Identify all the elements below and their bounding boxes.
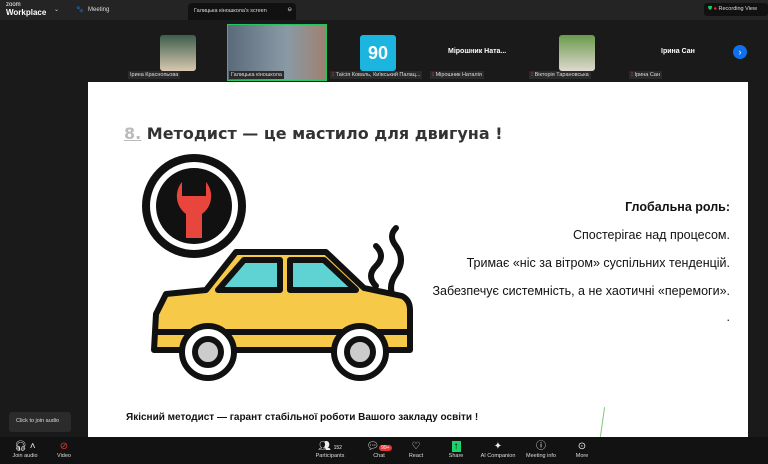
screen-share-tab[interactable]: Галицька кіношкола's screen ⊖ [188, 3, 296, 20]
join-audio-tooltip: Click to join audio [9, 412, 71, 432]
wrench-icon [142, 154, 246, 258]
video-off-icon: ⊘ [59, 441, 69, 452]
participant-video[interactable] [160, 35, 196, 71]
next-page-icon[interactable]: › [733, 45, 747, 59]
meeting-toolbar: 🎧︎ ˄ Join audio ⊘ Video 👥︎ 152 Participants… [0, 437, 768, 464]
muted-icon: ⟟ [531, 72, 534, 78]
role-line: Спостерігає над процесом. [572, 228, 730, 242]
chevron-down-icon[interactable]: ⌄ [54, 6, 59, 13]
top-bar: zoom Workplace ⌄ 🐾 Meeting Галицька кінош… [0, 0, 768, 20]
more-icon: ⊙ [577, 441, 587, 452]
annotation-line [599, 407, 606, 437]
role-heading: Глобальна роль: [625, 200, 730, 214]
recording-indicator[interactable]: ⛊ ● Recording View [704, 3, 768, 16]
participant-video[interactable] [559, 35, 595, 71]
role-line: . [726, 310, 730, 324]
record-dot-icon: ● [713, 6, 717, 12]
shield-icon: ⛊ [708, 6, 713, 12]
participant-logo[interactable]: 90 [360, 35, 396, 71]
more-button[interactable]: ⊙ More [557, 440, 607, 459]
muted-icon: ⟟ [631, 72, 634, 78]
slide-title: 8. Методист — це мастило для двигуна ! [124, 124, 503, 143]
muted-icon: ⟟ [432, 72, 435, 78]
role-line: Тримає «ніс за вітром» суспільних тенден… [466, 256, 730, 270]
share-icon: ↑ [451, 441, 461, 452]
muted-icon: ⟟ [332, 72, 335, 78]
zoom-logo: zoom Workplace [6, 2, 47, 17]
role-line: Забезпечує системність, а не хаотичні «п… [432, 284, 730, 298]
participants-button[interactable]: 👥︎ 152 Participants [305, 440, 355, 459]
meeting-label[interactable]: Meeting [88, 7, 109, 13]
car-wrench-illustration [142, 154, 413, 381]
video-button[interactable]: ⊘ Video [39, 440, 89, 459]
shared-slide: 8. Методист — це мастило для двигуна ! Г… [88, 82, 748, 437]
slide-footer: Якісний методист — гарант стабільної роб… [126, 412, 479, 423]
meeting-icon: 🐾 [76, 7, 84, 13]
options-icon[interactable]: ⊖ [287, 7, 292, 13]
participants-icon: 👥︎ [318, 441, 331, 452]
